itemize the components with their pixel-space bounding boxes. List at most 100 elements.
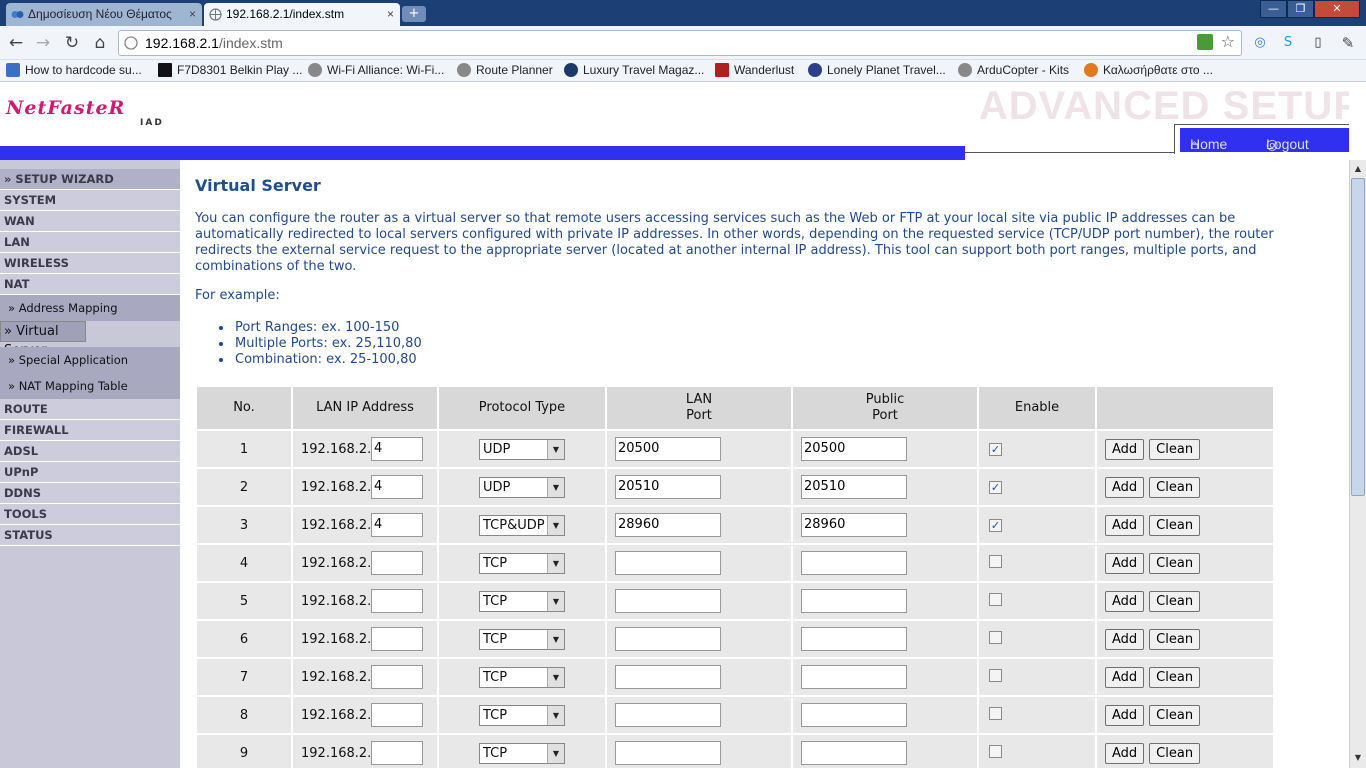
translate-icon[interactable] bbox=[1197, 34, 1213, 50]
address-bar[interactable]: 192.168.2.1/index.stm ☆ bbox=[118, 30, 1242, 56]
lan-port-input[interactable]: 20510 bbox=[615, 475, 721, 499]
protocol-select[interactable]: TCP ▼ bbox=[479, 628, 565, 650]
sidebar-subitem-nat-mapping-table[interactable]: » NAT Mapping Table bbox=[0, 373, 180, 399]
clean-button[interactable]: Clean bbox=[1149, 742, 1201, 764]
public-port-input[interactable] bbox=[801, 741, 907, 765]
add-button[interactable]: Add bbox=[1105, 476, 1145, 498]
enable-checkbox[interactable]: ✓ bbox=[989, 442, 1002, 456]
protocol-select[interactable]: TCP ▼ bbox=[479, 590, 565, 612]
sidebar-item-firewall[interactable]: FIREWALL bbox=[0, 420, 180, 441]
sidebar-item-lan[interactable]: LAN bbox=[0, 232, 180, 253]
bookmark-item[interactable]: F7D8301 Belkin Play ... bbox=[158, 63, 302, 77]
lan-port-input[interactable] bbox=[615, 551, 721, 575]
lan-port-input[interactable] bbox=[615, 741, 721, 765]
sidebar-item-wireless[interactable]: WIRELESS bbox=[0, 253, 180, 274]
tab-router-admin[interactable]: 192.168.2.1/index.stm × bbox=[204, 3, 400, 26]
add-button[interactable]: Add bbox=[1105, 742, 1145, 764]
ip-octet-input[interactable]: 4 bbox=[371, 513, 423, 537]
add-button[interactable]: Add bbox=[1105, 704, 1145, 726]
add-button[interactable]: Add bbox=[1105, 666, 1145, 688]
tab-close-icon[interactable]: × bbox=[185, 3, 196, 25]
scroll-up-icon[interactable]: ▲ bbox=[1351, 161, 1365, 177]
back-arrow-icon[interactable]: ← bbox=[6, 33, 26, 53]
enable-checkbox[interactable] bbox=[989, 592, 1002, 606]
bookmark-item[interactable]: Wanderlust bbox=[715, 63, 794, 77]
enable-checkbox[interactable] bbox=[989, 554, 1002, 568]
public-port-input[interactable] bbox=[801, 551, 907, 575]
protocol-select[interactable]: UDP ▼ bbox=[479, 438, 565, 460]
ip-octet-input[interactable] bbox=[371, 551, 423, 575]
extension-icon[interactable]: ◎ bbox=[1250, 33, 1270, 53]
sidebar-item-adsl[interactable]: ADSL bbox=[0, 441, 180, 462]
minimize-button[interactable]: — bbox=[1260, 0, 1287, 18]
reload-icon[interactable]: ↻ bbox=[62, 33, 82, 53]
sidebar-item-nat[interactable]: NAT bbox=[0, 274, 180, 295]
add-button[interactable]: Add bbox=[1105, 438, 1145, 460]
public-port-input[interactable] bbox=[801, 589, 907, 613]
ip-octet-input[interactable] bbox=[371, 741, 423, 765]
bookmark-item[interactable]: Wi-Fi Alliance: Wi-Fi... bbox=[308, 63, 444, 77]
protocol-select[interactable]: TCP ▼ bbox=[479, 552, 565, 574]
public-port-input[interactable]: 20500 bbox=[801, 437, 907, 461]
ip-octet-input[interactable]: 4 bbox=[371, 475, 423, 499]
ip-octet-input[interactable] bbox=[371, 627, 423, 651]
ip-octet-input[interactable] bbox=[371, 665, 423, 689]
bookmark-item[interactable]: Lonely Planet Travel... bbox=[808, 63, 946, 77]
maximize-button[interactable]: ❐ bbox=[1287, 0, 1314, 18]
ip-octet-input[interactable] bbox=[371, 589, 423, 613]
clean-button[interactable]: Clean bbox=[1149, 514, 1201, 536]
ip-octet-input[interactable]: 4 bbox=[371, 437, 423, 461]
protocol-select[interactable]: UDP ▼ bbox=[479, 476, 565, 498]
add-button[interactable]: Add bbox=[1105, 514, 1145, 536]
add-button[interactable]: Add bbox=[1105, 590, 1145, 612]
bookmark-item[interactable]: How to hardcode su... bbox=[6, 63, 142, 77]
sidebar-item-ddns[interactable]: DDNS bbox=[0, 483, 180, 504]
protocol-select[interactable]: TCP ▼ bbox=[479, 704, 565, 726]
sidebar-subitem-virtual-server[interactable]: » Virtual Server bbox=[0, 321, 86, 358]
ip-octet-input[interactable] bbox=[371, 703, 423, 727]
lan-port-input[interactable] bbox=[615, 627, 721, 651]
sidebar-item-tools[interactable]: TOOLS bbox=[0, 504, 180, 525]
sidebar-subitem-special-application[interactable]: » Special Application bbox=[0, 347, 180, 373]
clean-button[interactable]: Clean bbox=[1149, 666, 1201, 688]
page-scrollbar[interactable]: ▲ ▼ bbox=[1349, 160, 1366, 768]
protocol-select[interactable]: TCP ▼ bbox=[479, 742, 565, 764]
clean-button[interactable]: Clean bbox=[1149, 438, 1201, 460]
enable-checkbox[interactable] bbox=[989, 706, 1002, 720]
sidebar-item-upnp[interactable]: UPnP bbox=[0, 462, 180, 483]
public-port-input[interactable]: 20510 bbox=[801, 475, 907, 499]
close-window-button[interactable]: ✕ bbox=[1314, 0, 1360, 18]
bookmark-item[interactable]: Route Planner bbox=[457, 63, 553, 77]
clean-button[interactable]: Clean bbox=[1149, 590, 1201, 612]
bookmark-item[interactable]: Luxury Travel Magaz... bbox=[564, 63, 704, 77]
clean-button[interactable]: Clean bbox=[1149, 704, 1201, 726]
protocol-select[interactable]: TCP&UDP ▼ bbox=[479, 514, 565, 536]
tab-forum-post[interactable]: Δημοσίευση Νέου Θέματος × bbox=[6, 3, 202, 26]
scroll-down-icon[interactable]: ▼ bbox=[1351, 750, 1365, 766]
enable-checkbox[interactable]: ✓ bbox=[989, 518, 1002, 532]
bookmark-item[interactable]: ArduCopter - Kits bbox=[958, 63, 1069, 77]
sidebar-item-system[interactable]: SYSTEM bbox=[0, 190, 180, 211]
tab-close-icon[interactable]: × bbox=[387, 3, 394, 25]
forward-arrow-icon[interactable]: → bbox=[33, 33, 53, 53]
clean-button[interactable]: Clean bbox=[1149, 552, 1201, 574]
add-button[interactable]: Add bbox=[1105, 552, 1145, 574]
skype-icon[interactable]: S bbox=[1278, 33, 1298, 53]
clean-button[interactable]: Clean bbox=[1149, 628, 1201, 650]
sidebar-subitem-address-mapping[interactable]: » Address Mapping bbox=[0, 295, 180, 321]
sidebar-item-setup-wizard[interactable]: » SETUP WIZARD bbox=[0, 169, 180, 190]
new-tab-button[interactable]: + bbox=[402, 6, 426, 22]
lan-port-input[interactable] bbox=[615, 665, 721, 689]
enable-checkbox[interactable]: ✓ bbox=[989, 480, 1002, 494]
sidebar-item-status[interactable]: STATUS bbox=[0, 525, 180, 546]
public-port-input[interactable]: 28960 bbox=[801, 513, 907, 537]
phone-icon[interactable]: ▯ bbox=[1308, 33, 1328, 53]
sidebar-item-wan[interactable]: WAN bbox=[0, 211, 180, 232]
public-port-input[interactable] bbox=[801, 703, 907, 727]
wrench-icon[interactable]: ✎ bbox=[1338, 33, 1358, 53]
enable-checkbox[interactable] bbox=[989, 630, 1002, 644]
scrollbar-thumb[interactable] bbox=[1351, 178, 1365, 496]
protocol-select[interactable]: TCP ▼ bbox=[479, 666, 565, 688]
lan-port-input[interactable]: 20500 bbox=[615, 437, 721, 461]
sidebar-item-route[interactable]: ROUTE bbox=[0, 399, 180, 420]
